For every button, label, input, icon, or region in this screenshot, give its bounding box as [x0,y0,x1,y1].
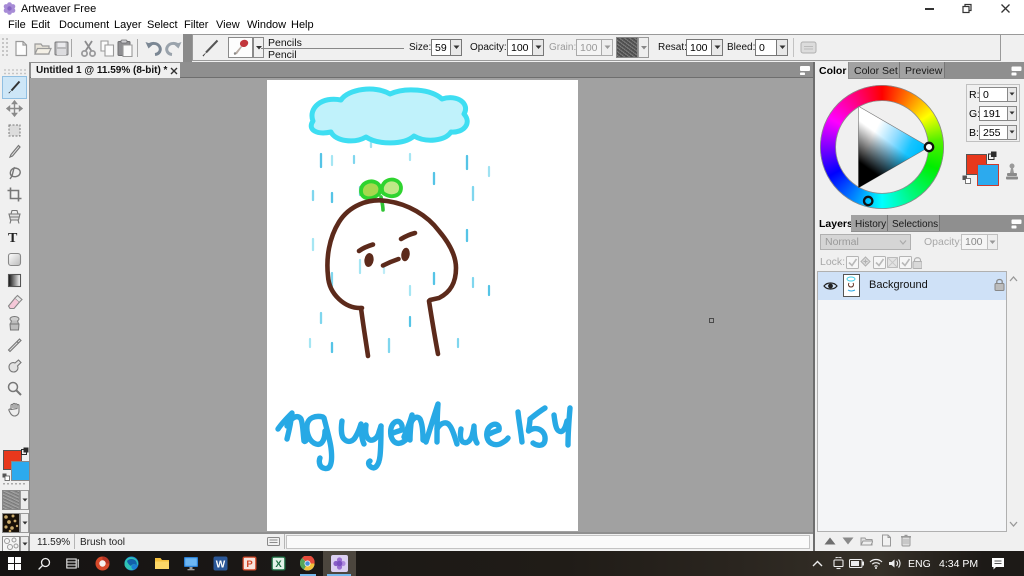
svg-text:X: X [275,559,282,570]
svg-text:W: W [216,559,226,570]
svg-text:P: P [246,559,253,570]
